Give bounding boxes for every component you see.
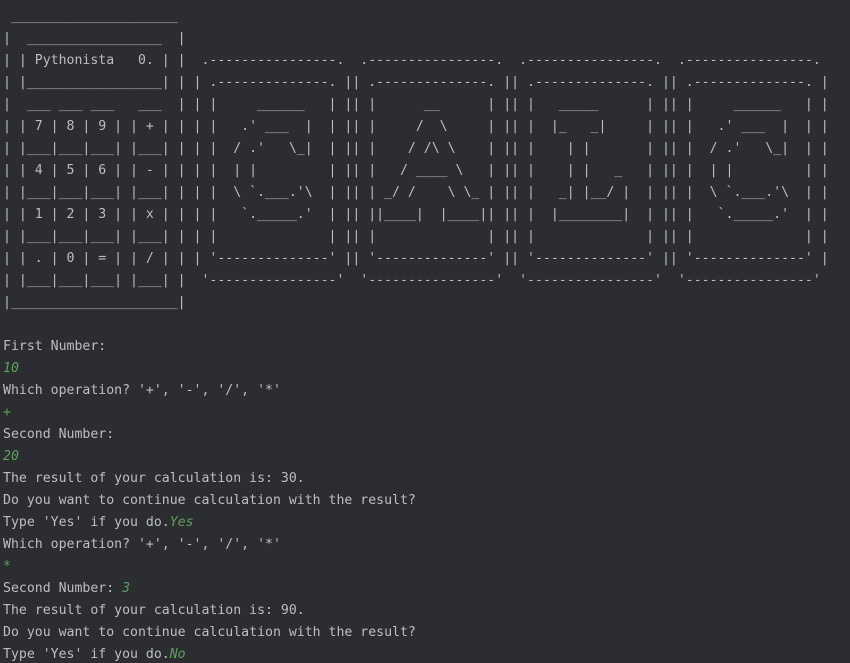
console-output[interactable]: _____________________ | ________________… [0,0,850,663]
console-line: 10 [3,358,850,380]
console-line: Second Number: 3 [3,578,850,600]
user-input: + [3,405,11,420]
user-input: 20 [3,449,19,464]
user-input: No [169,647,186,662]
console-line: 20 [3,446,850,468]
console-line: The result of your calculation is: 30. [3,468,850,490]
console-line: * [3,556,850,578]
console-line: The result of your calculation is: 90. [3,600,850,622]
console-line: Which operation? '+', '-', '/', '*' [3,380,850,402]
console-line: Second Number: [3,424,850,446]
user-input: Yes [169,515,194,530]
prompt-text: The result of your calculation is: 30. [3,471,305,486]
user-input: 10 [3,361,19,376]
prompt-text: First Number: [3,339,107,354]
prompt-text: Second Number: [3,427,115,442]
prompt-text: The result of your calculation is: 90. [3,603,305,618]
console-line: Do you want to continue calculation with… [3,622,850,644]
console-line: Type 'Yes' if you do.Yes [3,512,850,534]
console-line: Do you want to continue calculation with… [3,490,850,512]
ascii-calc-banner: _____________________ | ________________… [3,9,829,310]
prompt-text: Type 'Yes' if you do. [3,647,170,662]
console-line: + [3,402,850,424]
prompt-text: Which operation? '+', '-', '/', '*' [3,383,281,398]
console-line: Type 'Yes' if you do.No [3,644,850,663]
user-input: * [3,559,11,574]
prompt-text: Do you want to continue calculation with… [3,493,416,508]
console-line: Which operation? '+', '-', '/', '*' [3,534,850,556]
prompt-text: Second Number: [3,581,123,596]
prompt-text: Type 'Yes' if you do. [3,515,170,530]
prompt-text: Do you want to continue calculation with… [3,625,416,640]
prompt-text: Which operation? '+', '-', '/', '*' [3,537,281,552]
console-line: First Number: [3,336,850,358]
user-input: 3 [122,581,131,596]
